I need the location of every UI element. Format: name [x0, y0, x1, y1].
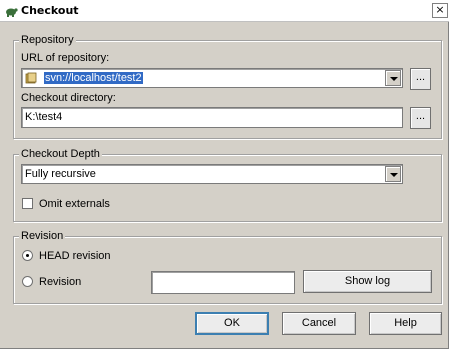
checkout-dialog: Checkout × Repository URL of repository:… [0, 0, 449, 349]
revision-legend: Revision [19, 230, 66, 242]
cancel-button[interactable]: Cancel [282, 312, 356, 335]
url-label: URL of repository: [21, 52, 110, 64]
checkout-depth-legend: Checkout Depth [19, 148, 102, 160]
revision-input[interactable] [151, 271, 295, 294]
revision-label[interactable]: Revision [39, 276, 81, 289]
url-value: svn://localhost/test2 [44, 72, 143, 84]
head-revision-label[interactable]: HEAD revision [39, 250, 111, 263]
help-button[interactable]: Help [369, 312, 442, 335]
head-revision-radio[interactable] [22, 250, 33, 261]
url-combobox[interactable]: svn://localhost/test2 [21, 68, 403, 88]
depth-select[interactable]: Fully recursive [21, 164, 403, 184]
checkout-directory-label: Checkout directory: [21, 92, 116, 104]
folder-icon [25, 72, 37, 84]
close-button[interactable]: × [432, 3, 448, 18]
show-log-button[interactable]: Show log [303, 270, 432, 293]
checkout-directory-input[interactable]: K:\test4 [21, 107, 403, 128]
title-bar[interactable]: Checkout × [0, 0, 449, 22]
revision-radio[interactable] [22, 276, 33, 287]
browse-directory-button[interactable]: ... [410, 107, 431, 129]
tortoise-icon [6, 8, 18, 17]
chevron-down-icon[interactable] [385, 70, 401, 86]
chevron-down-icon[interactable] [385, 166, 401, 182]
repository-legend: Repository [19, 34, 76, 46]
ok-button[interactable]: OK [195, 312, 269, 335]
omit-externals-checkbox[interactable] [22, 198, 33, 209]
window-title: Checkout [21, 4, 79, 17]
omit-externals-label[interactable]: Omit externals [39, 198, 110, 211]
browse-repository-button[interactable]: ... [410, 68, 431, 90]
close-icon: × [435, 3, 445, 16]
